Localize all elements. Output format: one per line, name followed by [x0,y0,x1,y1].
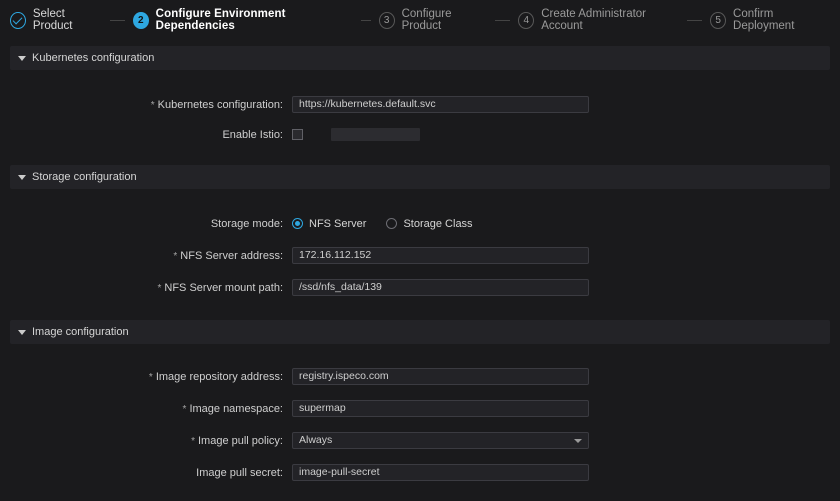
chevron-down-icon [574,439,582,443]
radio-icon [292,218,303,229]
step-number: 2 [133,12,149,29]
step-label: Confirm Deployment [733,8,830,32]
enable-istio-checkbox[interactable] [292,129,303,140]
radio-nfs-server[interactable]: NFS Server [292,218,366,230]
enable-istio-label: Enable Istio: [222,129,283,141]
step-number: 4 [518,12,534,29]
checkmark-icon [10,12,26,29]
step-label: Configure Product [402,8,488,32]
image-repo-input[interactable] [292,368,589,385]
nfs-address-label: NFS Server address: [173,250,283,262]
step-create-admin[interactable]: 4 Create Administrator Account [518,8,679,32]
nfs-path-label: NFS Server mount path: [157,282,283,294]
section-title: Kubernetes configuration [32,52,154,64]
chevron-down-icon [18,175,26,180]
section-image: Image configuration Image repository add… [10,320,830,491]
image-repo-label: Image repository address: [149,371,283,383]
image-namespace-label: Image namespace: [183,403,283,415]
image-pull-secret-label: Image pull secret: [196,467,283,479]
step-label: Select Product [33,8,102,32]
chevron-down-icon [18,330,26,335]
chevron-down-icon [18,56,26,61]
nfs-path-input[interactable] [292,279,589,296]
radio-storage-class[interactable]: Storage Class [386,218,472,230]
radio-label: Storage Class [403,218,472,230]
step-label: Configure Environment Dependencies [156,8,353,32]
k8s-config-input[interactable] [292,96,589,113]
step-number: 3 [379,12,395,29]
wizard-stepper: Select Product 2 Configure Environment D… [0,0,840,40]
radio-label: NFS Server [309,218,366,230]
k8s-config-label: Kubernetes configuration: [151,99,283,111]
nfs-address-input[interactable] [292,247,589,264]
step-confirm-deployment[interactable]: 5 Confirm Deployment [710,8,830,32]
istio-indicator [331,128,420,141]
section-kubernetes: Kubernetes configuration Kubernetes conf… [10,46,830,165]
section-title: Image configuration [32,326,129,338]
section-toggle-image[interactable]: Image configuration [10,320,830,344]
step-label: Create Administrator Account [541,8,679,32]
image-pull-secret-input[interactable] [292,464,589,481]
section-storage: Storage configuration Storage mode: NFS … [10,165,830,320]
select-value: Always [299,432,332,449]
image-pull-policy-label: Image pull policy: [191,435,283,447]
section-toggle-kubernetes[interactable]: Kubernetes configuration [10,46,830,70]
step-configure-product[interactable]: 3 Configure Product [379,8,488,32]
section-title: Storage configuration [32,171,137,183]
image-namespace-input[interactable] [292,400,589,417]
storage-mode-label: Storage mode: [211,218,283,230]
section-toggle-storage[interactable]: Storage configuration [10,165,830,189]
step-configure-env[interactable]: 2 Configure Environment Dependencies [133,8,353,32]
step-select-product[interactable]: Select Product [10,8,102,32]
step-number: 5 [710,12,726,29]
image-pull-policy-select[interactable]: Always [292,432,589,449]
radio-icon [386,218,397,229]
